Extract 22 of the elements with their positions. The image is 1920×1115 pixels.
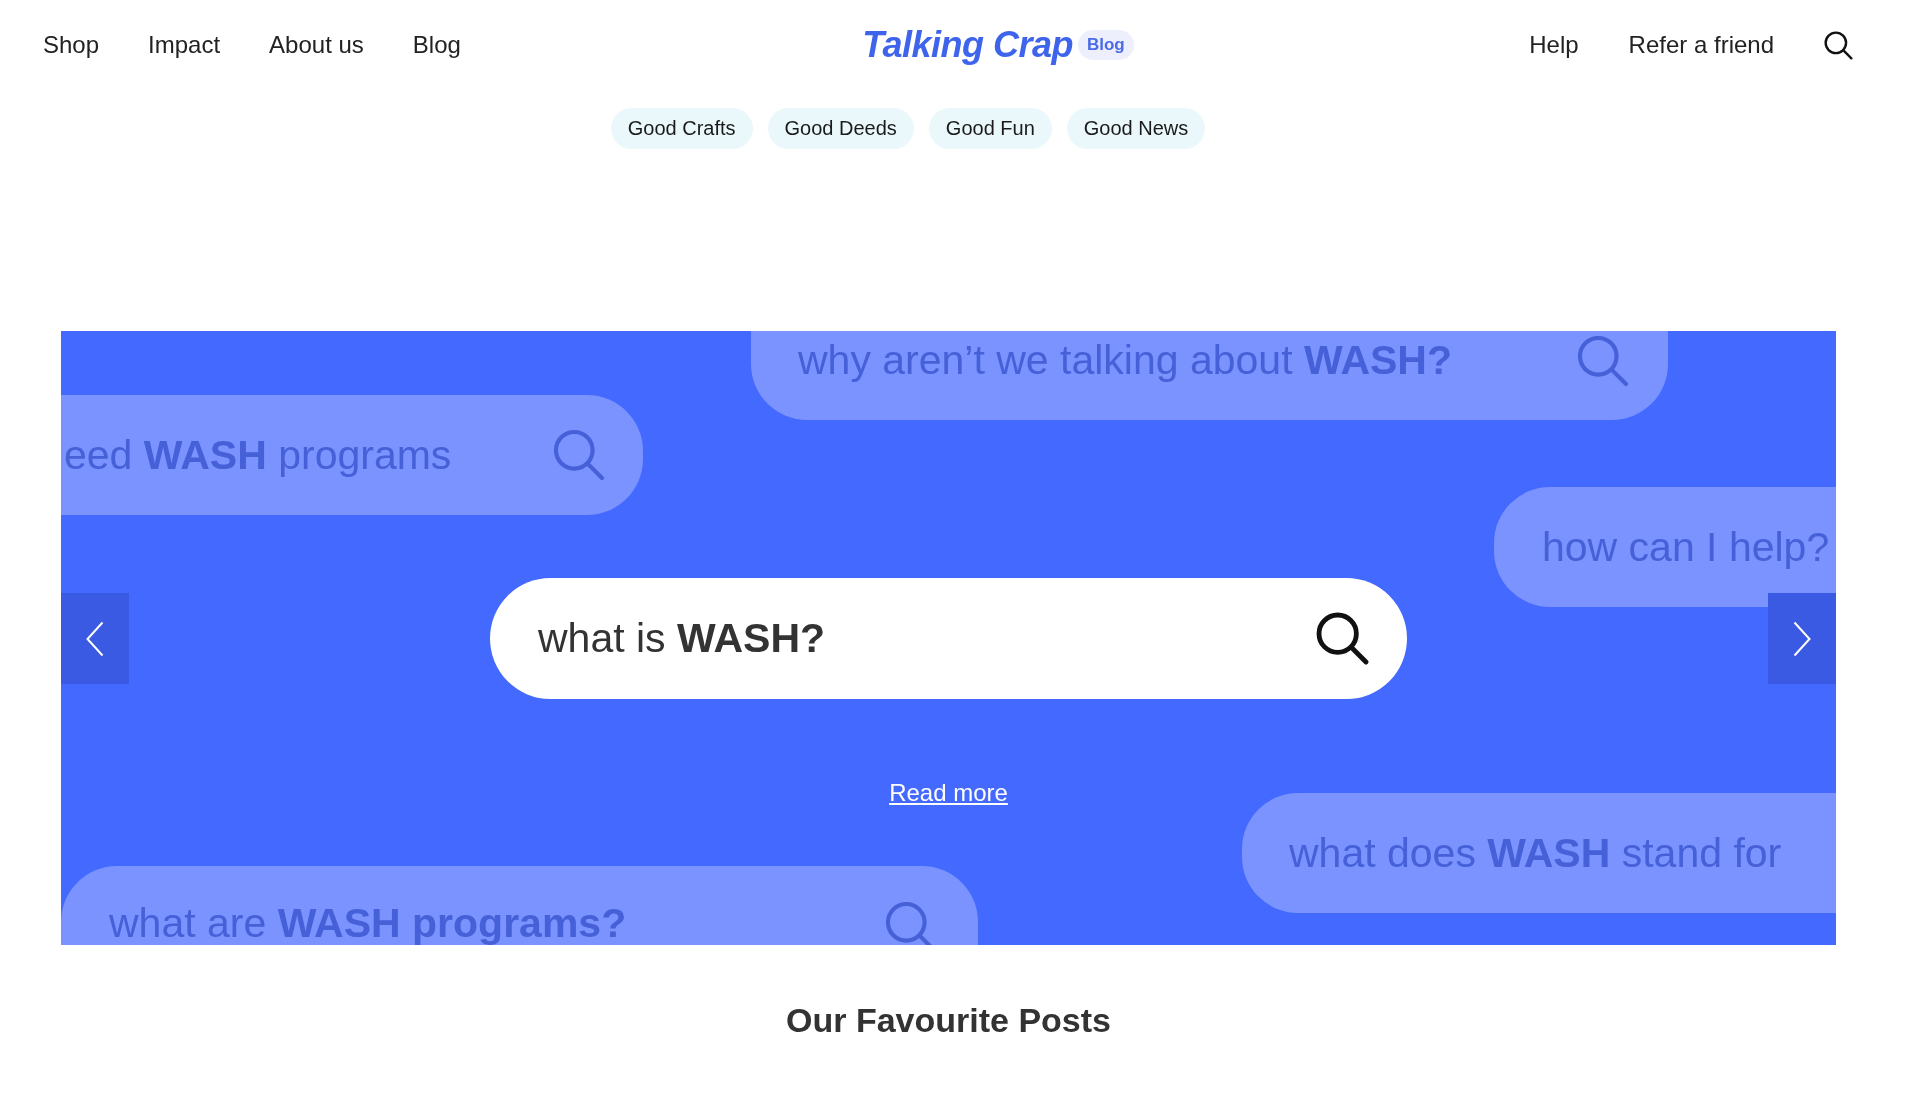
- nav-link[interactable]: Impact: [148, 31, 221, 59]
- next-button[interactable]: [1768, 593, 1836, 684]
- chevron-right-icon: [1793, 620, 1811, 657]
- category-link[interactable]: Good Crafts: [610, 108, 753, 149]
- nav-link[interactable]: Blog: [412, 31, 461, 59]
- previous-button[interactable]: [61, 593, 129, 684]
- category-link[interactable]: Good Deeds: [767, 108, 914, 149]
- logo[interactable]: Talking Crap: [862, 24, 1073, 66]
- nav-link[interactable]: Shop: [43, 31, 100, 59]
- nav-link[interactable]: Refer a friend: [1628, 31, 1774, 59]
- nav-link[interactable]: Help: [1529, 31, 1579, 59]
- nav-link[interactable]: About us: [269, 31, 364, 59]
- category-link[interactable]: Good News: [1066, 108, 1206, 149]
- section-heading: Our Favourite Posts: [786, 1000, 1111, 1040]
- search-field[interactable]: what is WASH?: [490, 578, 1407, 699]
- chevron-left-icon: [86, 620, 104, 657]
- search-icon: [1316, 612, 1369, 665]
- search-button[interactable]: [1824, 30, 1853, 60]
- search-icon: [1824, 30, 1853, 60]
- read-more-link[interactable]: Read more: [889, 779, 1008, 807]
- logo-tag: Blog: [1077, 30, 1134, 60]
- category-link[interactable]: Good Fun: [928, 108, 1052, 149]
